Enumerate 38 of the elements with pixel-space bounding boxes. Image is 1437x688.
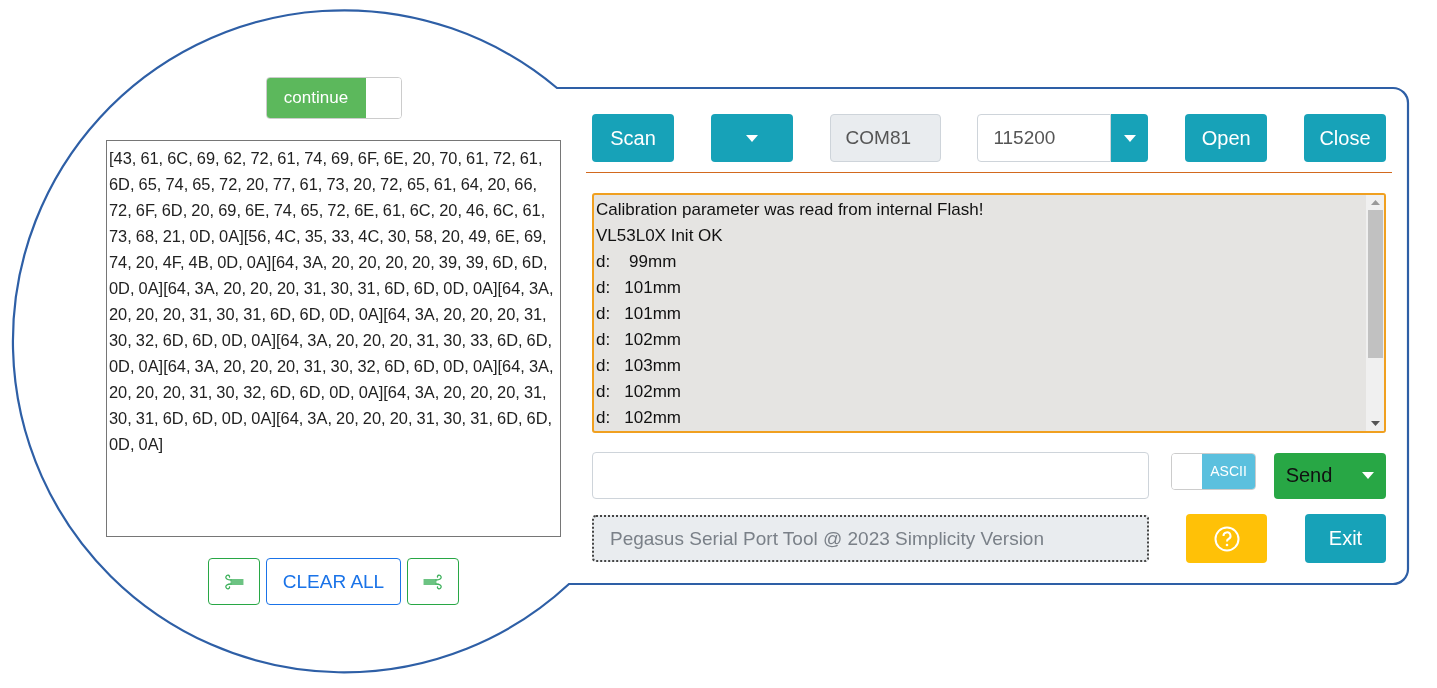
- caret-icon: [1123, 134, 1136, 142]
- log-line: d: 103mm: [596, 355, 683, 377]
- caret-icon: [1362, 472, 1375, 479]
- toggle-label: ASCII: [1210, 463, 1247, 479]
- continue-toggle[interactable]: continue: [265, 77, 402, 119]
- scrollbar[interactable]: [1366, 195, 1384, 431]
- status-field[interactable]: Pegasus Serial Port Tool @ 2023 Simplicity Version: [592, 515, 1149, 562]
- log-line: d: 102mm: [596, 329, 683, 351]
- log-line: VL53L0X Init OK: [596, 225, 724, 247]
- send-button[interactable]: Send: [1274, 452, 1386, 499]
- port-dropdown-button[interactable]: [710, 114, 793, 162]
- log-line: d: 101mm: [596, 277, 683, 299]
- close-button[interactable]: Close: [1304, 114, 1386, 162]
- log-line: d: 99mm: [596, 251, 678, 273]
- help-button[interactable]: [1186, 514, 1267, 563]
- baud-dropdown-button[interactable]: [1111, 114, 1149, 162]
- port-field[interactable]: COM81: [829, 114, 941, 162]
- scroll-down-icon[interactable]: [1370, 421, 1380, 426]
- log-line: d: 102mm: [596, 381, 683, 403]
- scroll-up-icon[interactable]: [1370, 200, 1380, 205]
- log-line: d: 101mm: [596, 303, 683, 325]
- open-button[interactable]: Open: [1185, 114, 1268, 162]
- wind-icon: [422, 572, 445, 591]
- toggle-label: continue: [283, 88, 349, 108]
- wind-left-button[interactable]: [207, 558, 260, 605]
- exit-button[interactable]: Exit: [1305, 514, 1386, 563]
- log-line: d: 102mm: [596, 407, 683, 429]
- format-toggle[interactable]: ASCII: [1171, 452, 1256, 490]
- send-input-field[interactable]: [592, 452, 1149, 499]
- caret-icon: [745, 134, 758, 142]
- scan-button[interactable]: Scan: [592, 114, 674, 162]
- wind-right-button[interactable]: [407, 558, 460, 605]
- help-icon: [1213, 525, 1240, 552]
- log-line: Calibration parameter was read from internal Flash!: [596, 199, 985, 221]
- baud-field[interactable]: 115200: [977, 114, 1112, 162]
- clear-all-button[interactable]: CLEAR ALL: [265, 558, 402, 605]
- hex-output[interactable]: [43, 61, 6C, 69, 62, 72, 61, 74, 69, 6F, 6E, 20, 70, 61, 72, 61, 6D, 65, 74, 65, 72, 20, 77, 61, 73, 20, 72, 65, 61, 64, 20, 66, 72, 6F, 6D, 20, 69, 6E, 74, 65, 72, 6E, 61, 6C, 20, 46, 6C, 61, 73, 68, 21, 0D, 0A][56, 4C, 35, 33, 4C, 30, 58, 20, 49, 6E, 69, 74, 20, 4F, 4B, 0D, 0A][64, 3A, 20, 20, 20, 20, 39, 39, 6D, 6D, 0D, 0A][64, 3A, 20, 20, 20, 31, 30, 31, 6D, 6D, 0D, 0A][64, 3A, 20, 20, 20, 31, 30, 31, 6D, 6D, 0D, 0A][64, 3A, 20, 20, 20, 31, 30, 32, 6D, 6D, 0D, 0A][64, 3A, 20, 20, 20, 31, 30, 33, 6D, 6D, 0D, 0A][64, 3A, 20, 20, 20, 31, 30, 32, 6D, 6D, 0D, 0A][64, 3A, 20, 20, 20, 31, 30, 32, 6D, 6D, 0D, 0A][64, 3A, 20, 20, 20, 31, 30, 31, 6D, 6D, 0D, 0A][64, 3A, 20, 20, 20, 31, 30, 31, 6D, 6D, 0D, 0A]: [106, 140, 561, 537]
- wind-icon: [222, 572, 245, 591]
